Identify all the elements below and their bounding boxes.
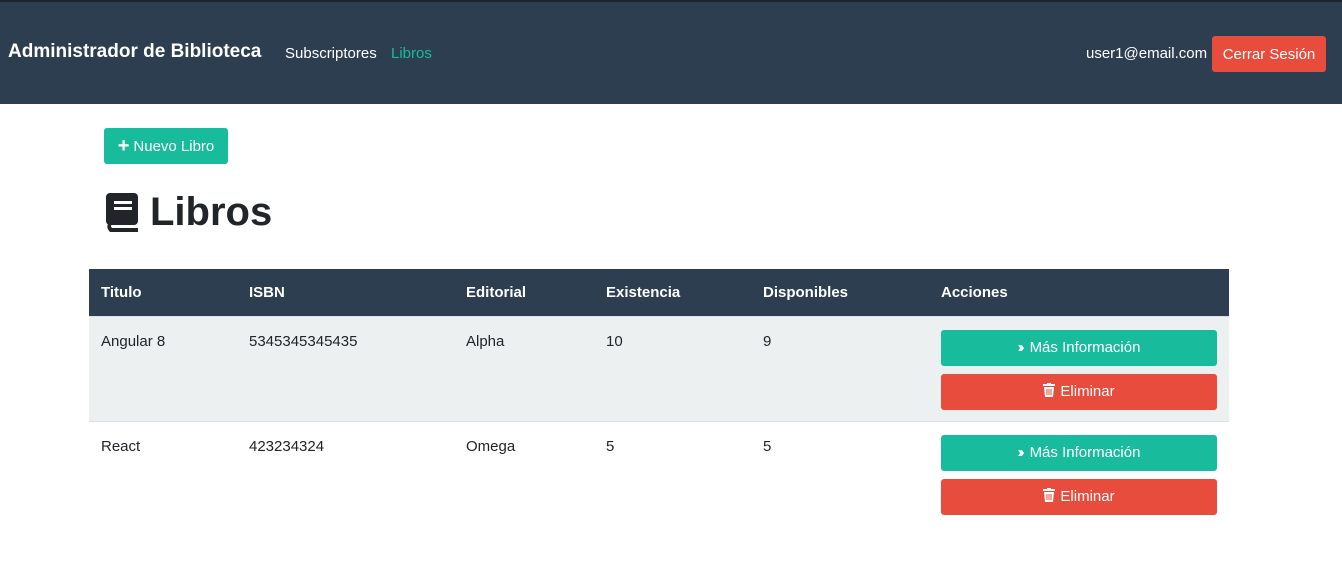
cell-isbn: 5345345345435	[249, 332, 358, 350]
new-book-label: Nuevo Libro	[133, 137, 215, 155]
logout-button[interactable]: Cerrar Sesión	[1212, 36, 1326, 72]
nav-link-libros[interactable]: Libros	[391, 45, 432, 62]
cell-acciones: ›› Más Información Eliminar	[929, 421, 1229, 526]
more-info-label: Más Información	[1029, 444, 1141, 461]
more-info-label: Más Información	[1029, 339, 1141, 356]
user-email: user1@email.com	[1086, 45, 1208, 62]
cell-editorial: Alpha	[466, 332, 505, 350]
col-header-titulo: Titulo	[101, 283, 142, 301]
cell-existencia: 10	[606, 332, 623, 350]
books-table: Titulo ISBN Editorial Existencia Disponi…	[89, 269, 1229, 526]
cell-isbn: 423234324	[249, 437, 325, 455]
cell-disponibles: 5	[763, 437, 772, 455]
col-header-existencia: Existencia	[606, 283, 681, 301]
page-title: Libros	[104, 190, 272, 235]
col-header-acciones: Acciones	[941, 283, 1008, 301]
cell-existencia: 5	[606, 437, 615, 455]
cell-titulo: React	[101, 437, 141, 455]
delete-label: Eliminar	[1060, 488, 1115, 505]
plus-icon: +	[117, 135, 130, 157]
new-book-button[interactable]: + Nuevo Libro	[104, 128, 228, 164]
cell-editorial: Omega	[466, 437, 516, 455]
book-icon	[104, 192, 140, 234]
double-chevron-right-icon: ››	[1017, 444, 1025, 461]
double-chevron-right-icon: ››	[1017, 339, 1025, 356]
more-info-button[interactable]: ›› Más Información	[941, 434, 1217, 471]
page-heading: Libros	[150, 190, 273, 234]
brand-title[interactable]: Administrador de Biblioteca	[8, 41, 261, 63]
delete-button[interactable]: Eliminar	[941, 373, 1217, 410]
col-header-disponibles: Disponibles	[763, 283, 849, 301]
trash-icon	[1043, 487, 1056, 506]
delete-label: Eliminar	[1060, 383, 1115, 400]
more-info-button[interactable]: ›› Más Información	[941, 329, 1217, 366]
col-header-editorial: Editorial	[466, 283, 527, 301]
cell-disponibles: 9	[763, 332, 772, 350]
col-header-isbn: ISBN	[249, 283, 285, 301]
table-row: Angular 8 5345345345435 Alpha 10 9 ›› Má…	[89, 316, 1229, 421]
delete-button[interactable]: Eliminar	[941, 478, 1217, 515]
table-header-row: Titulo ISBN Editorial Existencia Disponi…	[89, 269, 1229, 316]
navbar: Administrador de Biblioteca Subscriptore…	[0, 0, 1342, 104]
cell-acciones: ›› Más Información Eliminar	[929, 316, 1229, 421]
cell-titulo: Angular 8	[101, 332, 166, 350]
nav-link-subscriptores[interactable]: Subscriptores	[285, 45, 377, 62]
trash-icon	[1043, 382, 1056, 401]
table-row: React 423234324 Omega 5 5 ›› Más Informa…	[89, 421, 1229, 526]
